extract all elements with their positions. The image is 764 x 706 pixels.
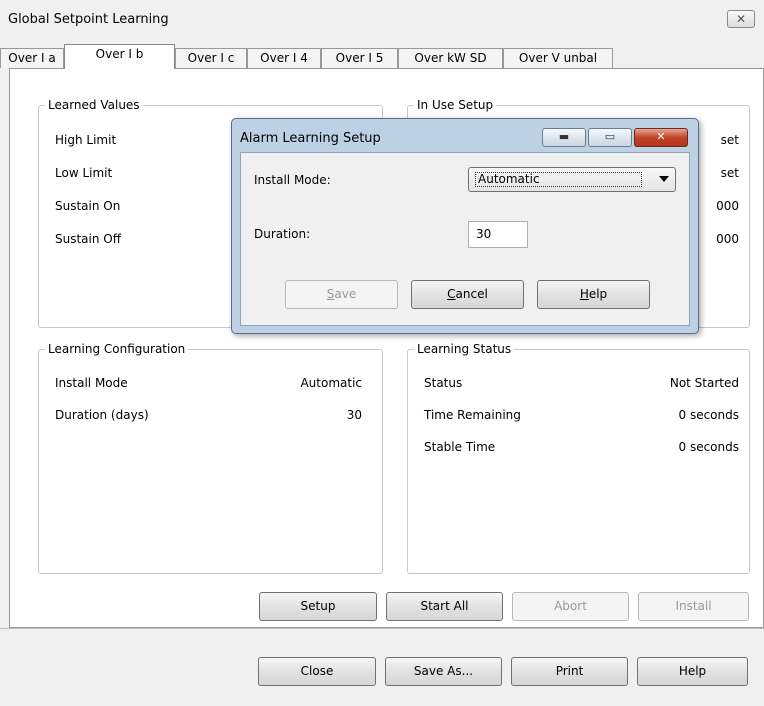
learning-status-group: Learning Status Status Not Started Time …: [407, 342, 750, 574]
setup-button[interactable]: Setup: [259, 592, 377, 621]
close-button[interactable]: Close: [258, 657, 376, 686]
dialog-cancel-button[interactable]: Cancel: [411, 280, 524, 309]
config-install-mode-label: Install Mode: [55, 376, 128, 390]
install-mode-label: Install Mode:: [254, 173, 331, 187]
cancel-accel: C: [447, 287, 456, 301]
abort-button[interactable]: Abort: [512, 592, 629, 621]
tab-over-i-c[interactable]: Over I c: [175, 48, 247, 68]
save-as-button[interactable]: Save As...: [385, 657, 502, 686]
status-value: Not Started: [669, 376, 739, 390]
tab-over-i-b[interactable]: Over I b: [64, 44, 175, 69]
window-close-button[interactable]: ✕: [727, 10, 755, 28]
dialog-body: Install Mode: Automatic Duration: 30 Sav…: [240, 152, 690, 326]
tab-strip: Over I a Over I b Over I c Over I 4 Over…: [0, 44, 764, 69]
help-accel: H: [579, 287, 589, 301]
tab-over-i-a[interactable]: Over I a: [0, 48, 64, 68]
learning-status-title: Learning Status: [414, 342, 515, 356]
tab-over-v-unbal[interactable]: Over V unbal: [503, 48, 613, 68]
window-titlebar: Global Setpoint Learning ✕: [0, 0, 764, 42]
chevron-down-icon: [659, 176, 669, 182]
time-remaining-label: Time Remaining: [424, 408, 521, 422]
dialog-title: Alarm Learning Setup: [240, 131, 381, 146]
install-mode-select[interactable]: Automatic: [468, 167, 676, 192]
print-button[interactable]: Print: [511, 657, 628, 686]
install-button[interactable]: Install: [638, 592, 749, 621]
sustain-on-label: Sustain On: [55, 199, 121, 213]
config-duration-value: 30: [346, 408, 362, 422]
help-button[interactable]: Help: [637, 657, 748, 686]
in-use-sustain-off-value: 000: [716, 232, 739, 246]
config-install-mode-value: Automatic: [300, 376, 362, 390]
in-use-sustain-on-value: 000: [716, 199, 739, 213]
high-limit-label: High Limit: [55, 133, 117, 147]
tab-over-i-5[interactable]: Over I 5: [321, 48, 398, 68]
dialog-save-button[interactable]: Save: [285, 280, 398, 309]
save-rest: ave: [334, 287, 357, 301]
config-duration-label: Duration (days): [55, 408, 149, 422]
footer-divider: [0, 628, 764, 629]
in-use-setup-title: In Use Setup: [414, 98, 497, 112]
stable-time-label: Stable Time: [424, 440, 496, 454]
close-icon: ✕: [735, 12, 747, 26]
status-label: Status: [424, 376, 463, 390]
stable-time-value: 0 seconds: [678, 440, 740, 454]
minimize-icon: ▬: [558, 130, 570, 143]
dialog-help-button[interactable]: Help: [537, 280, 650, 309]
help-rest: elp: [588, 287, 608, 301]
dialog-minimize-button[interactable]: ▬: [542, 128, 586, 147]
sustain-off-label: Sustain Off: [55, 232, 121, 246]
start-all-button[interactable]: Start All: [386, 592, 503, 621]
tab-over-kw-sd[interactable]: Over kW SD: [398, 48, 503, 68]
time-remaining-value: 0 seconds: [678, 408, 740, 422]
tab-over-i-4[interactable]: Over I 4: [247, 48, 321, 68]
cancel-rest: ancel: [455, 287, 488, 301]
in-use-high-limit-value: set: [720, 133, 739, 147]
low-limit-label: Low Limit: [55, 166, 113, 180]
maximize-icon: ▭: [604, 130, 616, 143]
learning-configuration-title: Learning Configuration: [45, 342, 189, 356]
learned-values-title: Learned Values: [45, 98, 143, 112]
close-icon: ✕: [656, 130, 666, 143]
install-mode-selected-value: Automatic: [475, 172, 642, 187]
in-use-low-limit-value: set: [720, 166, 739, 180]
duration-input[interactable]: 30: [468, 221, 528, 248]
dialog-close-button[interactable]: ✕: [634, 128, 688, 147]
dialog-maximize-button[interactable]: ▭: [588, 128, 632, 147]
duration-label: Duration:: [254, 227, 311, 241]
window-title: Global Setpoint Learning: [8, 12, 169, 27]
learning-configuration-group: Learning Configuration Install Mode Auto…: [38, 342, 383, 574]
alarm-learning-setup-dialog: Alarm Learning Setup ▬ ▭ ✕ Install Mode:…: [231, 118, 699, 334]
